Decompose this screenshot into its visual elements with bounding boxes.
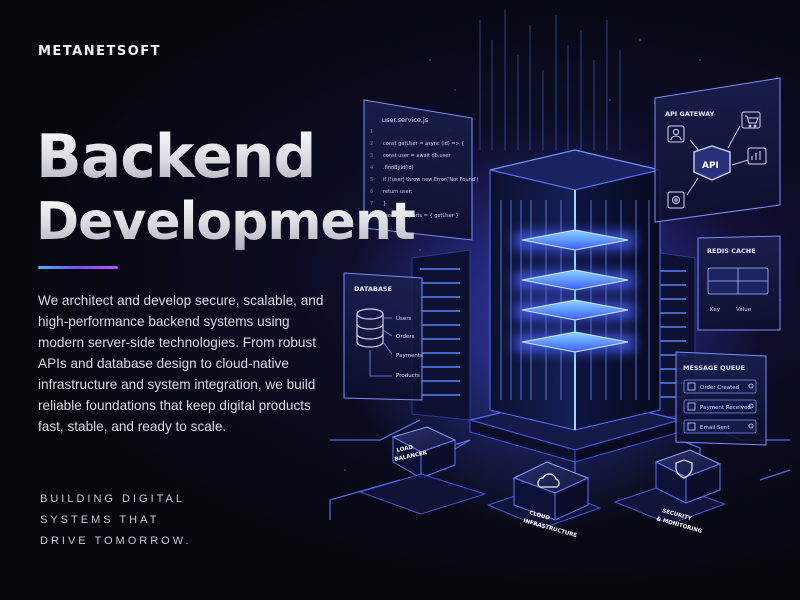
database-item: Products — [396, 373, 420, 379]
code-filename: user.service.js — [382, 116, 429, 124]
api-gateway-title: API GATEWAY — [665, 110, 714, 118]
hero-description: We architect and develop secure, scalabl… — [38, 293, 324, 434]
code-line: const user = await db.user — [383, 153, 451, 159]
code-line: const getUser = async (id) => { — [383, 141, 464, 147]
queue-item: Email Sent — [700, 425, 730, 431]
cache-grid-icon — [707, 267, 769, 295]
central-server-tower — [489, 149, 661, 431]
redis-cache-panel: REDIS CACHE Key Value — [697, 235, 781, 331]
database-item: Users — [396, 316, 412, 322]
tagline-line: DRIVE TOMORROW. — [40, 535, 192, 547]
svg-text:1: 1 — [370, 129, 373, 135]
queue-item: Payment Received — [700, 405, 751, 411]
message-queue-title: MESSAGE QUEUE — [683, 364, 745, 372]
svg-text:2: 2 — [370, 141, 373, 147]
api-gateway-panel: API GATEWAY API — [654, 77, 781, 223]
tagline: BUILDING DIGITAL SYSTEMS THAT DRIVE TOMO… — [40, 489, 192, 552]
svg-text:3: 3 — [370, 153, 373, 159]
code-line: .findById(id) — [383, 165, 414, 171]
database-title: DATABASE — [354, 285, 392, 293]
cache-value-label: Value — [736, 307, 752, 313]
cache-key-label: Key — [710, 307, 721, 313]
svg-text:4: 4 — [370, 165, 373, 171]
message-queue-panel: MESSAGE QUEUE Order Created Payment Rece… — [675, 351, 767, 446]
tagline-line: BUILDING DIGITAL — [40, 493, 185, 505]
database-panel: DATABASE Users Orders Payments Products — [343, 272, 423, 401]
brand-logo[interactable]: METANETSOFT — [38, 44, 161, 59]
api-label: API — [702, 161, 719, 171]
database-item: Payments — [396, 353, 423, 359]
queue-item: Order Created — [700, 385, 739, 391]
tagline-line: SYSTEMS THAT — [40, 514, 160, 526]
code-line: if (!user) throw new Error('Not Found') — [383, 177, 478, 183]
redis-cache-title: REDIS CACHE — [707, 247, 756, 255]
hero-banner: user.service.js 123 4567 const getUser =… — [0, 0, 800, 600]
hero-title-line2: Development — [36, 192, 416, 252]
light-rays — [479, 10, 621, 150]
hero-title-line1: Backend — [36, 122, 316, 192]
accent-divider — [38, 266, 118, 269]
database-item: Orders — [396, 334, 415, 340]
svg-text:5: 5 — [370, 177, 373, 183]
